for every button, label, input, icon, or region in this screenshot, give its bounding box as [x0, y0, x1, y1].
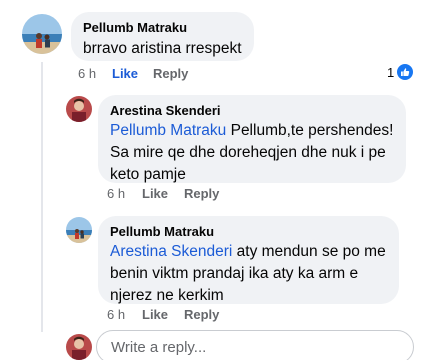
comment-text-line: njerez ne kerkim — [110, 287, 224, 304]
avatar-beach-icon — [66, 217, 92, 243]
reply-button[interactable]: Reply — [184, 307, 219, 323]
avatar-pellumb[interactable] — [66, 217, 92, 243]
comment-text-part: aty mendun se po me — [232, 243, 386, 260]
avatar-portrait-icon — [66, 334, 92, 360]
comment-author[interactable]: Arestina Skenderi — [110, 103, 394, 119]
comment-text: Arestina Skenderi aty mendun se po me be… — [110, 241, 387, 307]
comment-bubble-3: Pellumb Matraku Arestina Skenderi aty me… — [98, 216, 399, 304]
like-button[interactable]: Like — [142, 307, 168, 323]
comment-time[interactable]: 6 h — [107, 186, 125, 202]
thumbs-up-icon — [397, 64, 414, 80]
comment-bubble-2: Arestina Skenderi Pellumb Matraku Pellum… — [98, 95, 406, 183]
comment-text: brravo aristina rrespekt — [83, 40, 242, 57]
comment-thread: Pellumb Matraku brravo aristina rrespekt… — [0, 0, 431, 360]
mention-link[interactable]: Arestina Skenderi — [110, 243, 232, 260]
comment-author[interactable]: Pellumb Matraku — [110, 224, 387, 240]
comment-text-part: Pellumb,te pershendes! — [226, 122, 394, 139]
comment-time[interactable]: 6 h — [78, 66, 96, 82]
avatar-portrait-icon — [66, 96, 92, 122]
comment-author[interactable]: Pellumb Matraku — [83, 20, 242, 36]
comment-actions-2: 6 h Like Reply — [107, 186, 247, 202]
comment-text-line: benin viktm prandaj ika aty ka arm e — [110, 265, 359, 282]
avatar-arestina[interactable] — [66, 96, 92, 122]
current-user-avatar — [66, 334, 92, 360]
thread-line — [41, 62, 43, 332]
reply-button[interactable]: Reply — [184, 186, 219, 202]
comment-time[interactable]: 6 h — [107, 307, 125, 323]
avatar-beach-icon — [22, 14, 62, 54]
reply-input[interactable]: Write a reply... — [96, 330, 414, 360]
like-button[interactable]: Like — [142, 186, 168, 202]
avatar-pellumb[interactable] — [22, 14, 62, 54]
reply-input-placeholder: Write a reply... — [111, 338, 207, 356]
comment-actions-1: 6 h Like Reply — [78, 66, 218, 82]
reply-button[interactable]: Reply — [153, 66, 188, 82]
reaction-count: 1 — [387, 64, 395, 80]
comment-text-line: Sa mire qe dhe doreheqjen dhe nuk i pe — [110, 144, 386, 161]
comment-actions-3: 6 h Like Reply — [107, 307, 247, 323]
reaction-summary[interactable]: 1 — [387, 64, 414, 80]
comment-text: Pellumb Matraku Pellumb,te pershendes! S… — [110, 120, 394, 186]
mention-link[interactable]: Pellumb Matraku — [110, 122, 226, 139]
comment-bubble-1: Pellumb Matraku brravo aristina rrespekt — [71, 12, 254, 61]
like-button[interactable]: Like — [112, 66, 138, 82]
comment-text-line: keto pamje — [110, 166, 186, 183]
